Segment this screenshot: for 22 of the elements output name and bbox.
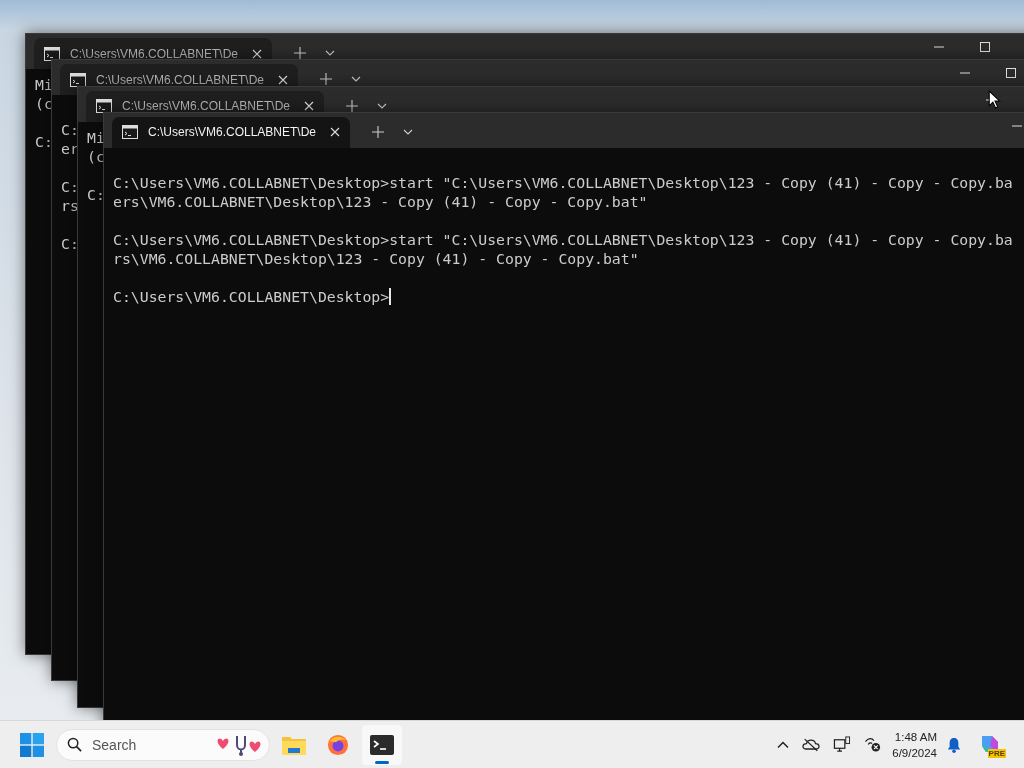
terminal-line: Mi [35,75,53,94]
terminal-line: Mi [87,127,105,147]
terminal-line: C: [61,120,79,140]
terminal-line: (c [87,146,105,166]
terminal-line: (c [35,94,53,113]
search-field[interactable]: Search [56,728,270,761]
terminal-line: ers\VM6.COLLABNET\Desktop\123 - Copy (41) - Copy - Copy.bat" [113,191,648,211]
terminal-line: rs [61,196,79,216]
terminal-tab[interactable]: C:\Users\VM6.COLLABNET\De [112,116,350,148]
terminal-line: C:\Users\VM6.COLLABNET\Desktop>start "C:\Users\VM6.COLLABNET\Desktop\123 - Copy (41) - Copy - Copy.ba [113,172,1013,192]
terminal-line: C: [87,184,105,204]
terminal-line: C: [61,177,79,197]
terminal-line: er [61,139,79,159]
pre-badge: PRE [987,748,1006,758]
copilot-button[interactable]: PRE [978,731,1004,758]
terminal-line: rs\VM6.COLLABNET\Desktop\123 - Copy (41) - Copy - Copy.bat" [113,248,639,268]
terminal-line: C: [61,234,79,254]
terminal-line: C:\Users\VM6.COLLABNET\Desktop>start "C:\Users\VM6.COLLABNET\Desktop\123 - Copy (41) - Copy - Copy.ba [113,229,1013,249]
search-input[interactable]: Search [90,735,204,754]
terminal-line: C: [35,132,53,151]
terminal-line: C:\Users\VM6.COLLABNET\Desktop> [113,286,390,306]
clock[interactable]: 1:48 AM 6/9/2024 [892,728,937,761]
